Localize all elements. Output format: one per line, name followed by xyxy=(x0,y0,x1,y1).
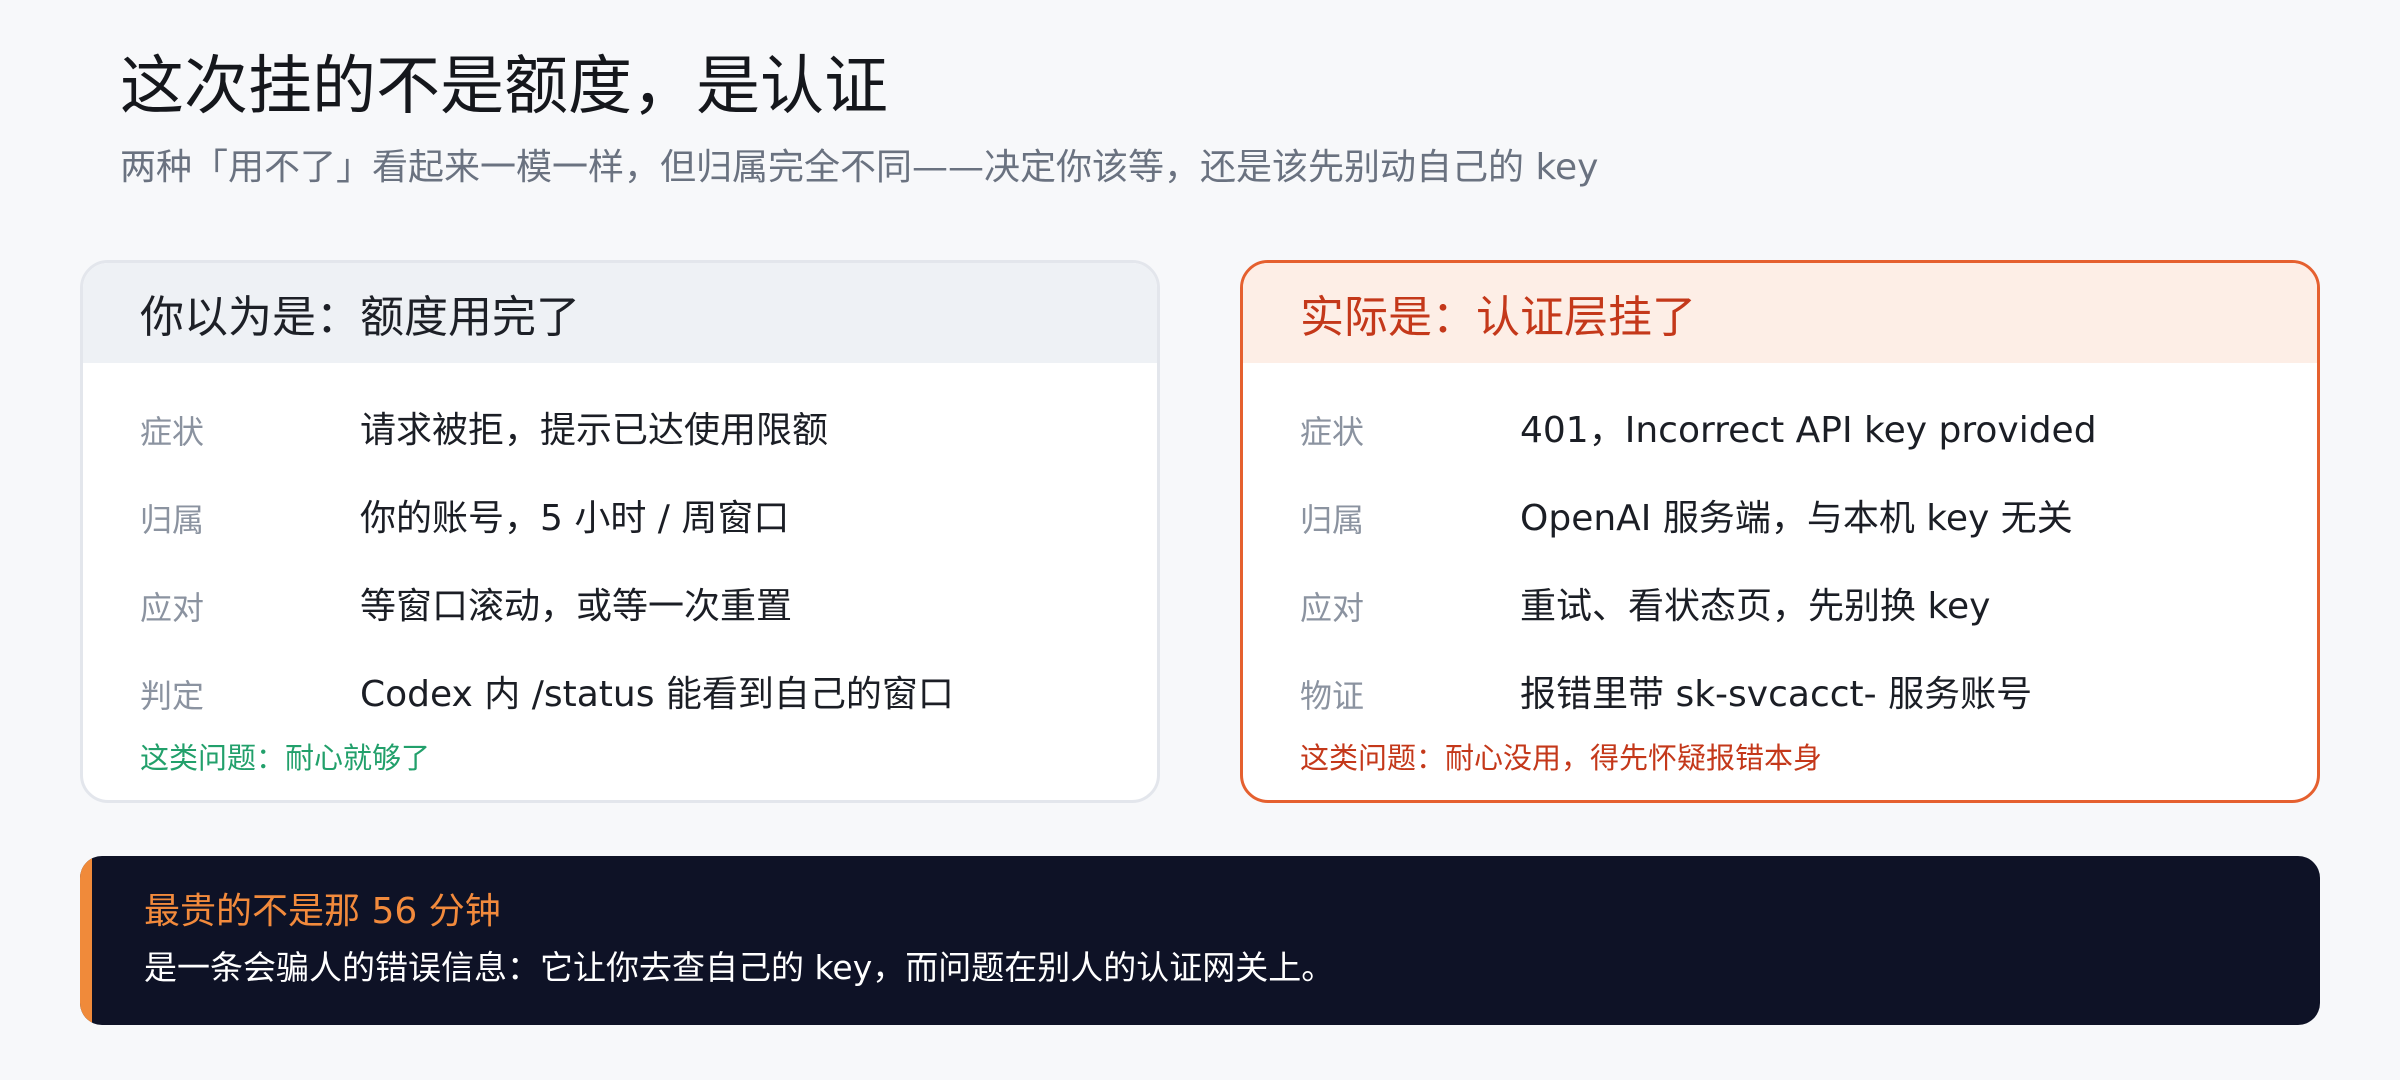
row-value: 重试、看状态页，先别换 key xyxy=(1520,586,1991,627)
reality-card: 实际是：认证层挂了 症状 401，Incorrect API key provi… xyxy=(1240,260,2320,803)
row-label: 物证 xyxy=(1300,677,1365,715)
takeaway-callout: 最贵的不是那 56 分钟 是一条会骗人的错误信息：它让你去查自己的 key，而问… xyxy=(80,856,2320,1025)
page-subtitle: 两种「用不了」看起来一模一样，但归属完全不同——决定你该等，还是该先别动自己的 … xyxy=(120,147,1599,188)
row-value: 请求被拒，提示已达使用限额 xyxy=(360,410,829,451)
row-label: 症状 xyxy=(140,413,205,451)
row-value: OpenAI 服务端，与本机 key 无关 xyxy=(1520,498,2073,539)
row-value: Codex 内 /status 能看到自己的窗口 xyxy=(360,674,954,715)
slide: 这次挂的不是额度，是认证 两种「用不了」看起来一模一样，但归属完全不同——决定你… xyxy=(0,0,2400,1080)
row-label: 归属 xyxy=(1300,501,1365,539)
row-label: 症状 xyxy=(1300,413,1365,451)
reality-row-owner: 归属 OpenAI 服务端，与本机 key 无关 xyxy=(1300,498,2287,586)
row-label: 判定 xyxy=(140,677,205,715)
page-title: 这次挂的不是额度，是认证 xyxy=(120,50,888,124)
reality-row-symptom: 症状 401，Incorrect API key provided xyxy=(1300,410,2287,498)
row-label: 应对 xyxy=(1300,589,1365,627)
row-value: 你的账号，5 小时 / 周窗口 xyxy=(360,498,790,539)
callout-accent-bar xyxy=(80,856,92,1025)
reality-card-title: 实际是：认证层挂了 xyxy=(1243,263,2317,363)
assumption-card-footer: 这类问题：耐心就够了 xyxy=(140,741,431,775)
reality-row-response: 应对 重试、看状态页，先别换 key xyxy=(1300,586,2287,674)
assumption-card-title: 你以为是：额度用完了 xyxy=(83,263,1157,363)
assumption-row-response: 应对 等窗口滚动，或等一次重置 xyxy=(140,586,1127,674)
callout-body: 是一条会骗人的错误信息：它让你去查自己的 key，而问题在别人的认证网关上。 xyxy=(144,948,1335,987)
callout-title: 最贵的不是那 56 分钟 xyxy=(144,891,501,932)
assumption-row-symptom: 症状 请求被拒，提示已达使用限额 xyxy=(140,410,1127,498)
reality-card-footer: 这类问题：耐心没用，得先怀疑报错本身 xyxy=(1300,741,1823,775)
assumption-card: 你以为是：额度用完了 症状 请求被拒，提示已达使用限额 归属 你的账号，5 小时… xyxy=(80,260,1160,803)
row-label: 归属 xyxy=(140,501,205,539)
reality-rows: 症状 401，Incorrect API key provided 归属 Ope… xyxy=(1300,410,2287,762)
row-label: 应对 xyxy=(140,589,205,627)
row-value: 报错里带 sk-svcacct- 服务账号 xyxy=(1520,674,2033,715)
assumption-rows: 症状 请求被拒，提示已达使用限额 归属 你的账号，5 小时 / 周窗口 应对 等… xyxy=(140,410,1127,762)
row-value: 401，Incorrect API key provided xyxy=(1520,410,2097,451)
assumption-row-owner: 归属 你的账号，5 小时 / 周窗口 xyxy=(140,498,1127,586)
row-value: 等窗口滚动，或等一次重置 xyxy=(360,586,793,627)
